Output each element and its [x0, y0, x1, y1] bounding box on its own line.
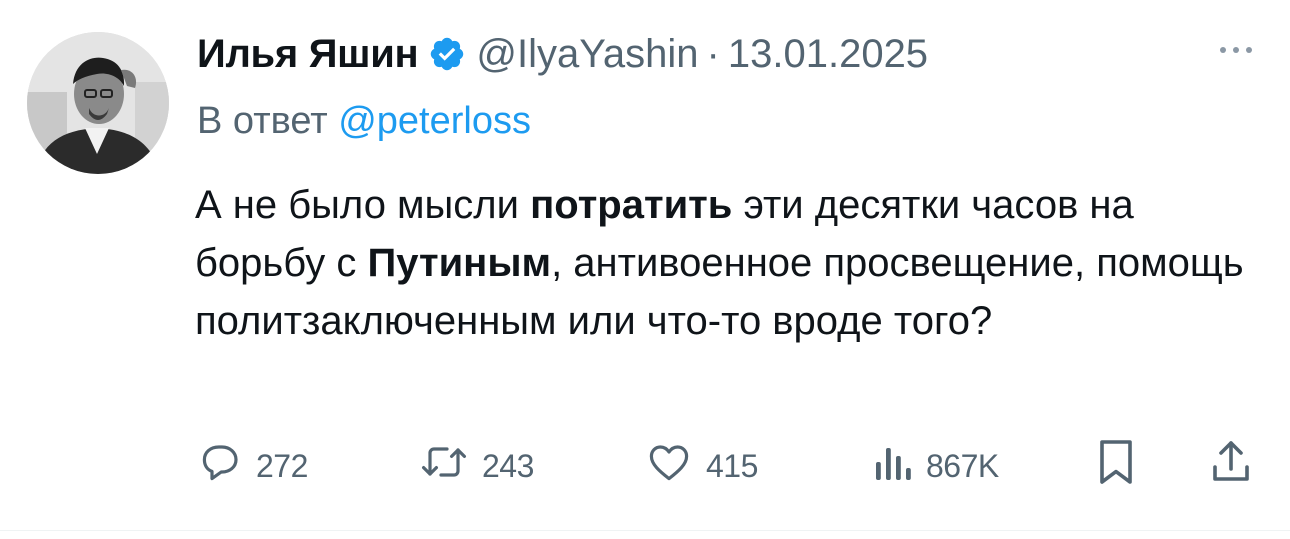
bookmark-button[interactable] — [1094, 438, 1138, 494]
reply-context: В ответ @peterloss — [197, 100, 531, 143]
bookmark-icon — [1094, 437, 1138, 495]
avatar[interactable] — [27, 32, 169, 174]
like-count: 415 — [706, 447, 758, 484]
divider — [0, 530, 1290, 531]
tweet-text: А не было мысли потратить эти десятки ча… — [195, 176, 1275, 350]
tweet-text-bold: Путиным — [367, 241, 552, 285]
tweet: Илья Яшин @IlyaYashin · 13.01.2025 В отв… — [0, 0, 1290, 539]
repost-icon — [418, 438, 470, 494]
reply-mention-link[interactable]: @peterloss — [338, 100, 531, 142]
reply-icon — [196, 438, 244, 494]
tweet-text-part: А не было мысли — [195, 183, 531, 227]
tweet-date[interactable]: 13.01.2025 — [728, 32, 928, 77]
tweet-header: Илья Яшин @IlyaYashin · 13.01.2025 — [197, 28, 928, 80]
separator-dot: · — [706, 31, 720, 76]
action-bar: 272 243 415 867K — [0, 438, 1290, 494]
avatar-photo — [27, 32, 169, 174]
share-icon — [1208, 437, 1254, 495]
like-button[interactable]: 415 — [644, 438, 758, 494]
repost-button[interactable]: 243 — [418, 438, 534, 494]
reply-button[interactable]: 272 — [196, 438, 308, 494]
more-icon[interactable] — [1212, 38, 1260, 62]
repost-count: 243 — [482, 447, 534, 484]
verified-badge-icon — [428, 35, 466, 73]
tweet-text-bold: потратить — [530, 183, 733, 227]
author-name[interactable]: Илья Яшин — [197, 32, 419, 77]
views-count: 867K — [926, 447, 999, 484]
like-icon — [644, 438, 694, 494]
views-button[interactable]: 867K — [870, 438, 999, 494]
views-icon — [870, 438, 914, 494]
share-button[interactable] — [1208, 438, 1254, 494]
reply-prefix: В ответ — [197, 100, 328, 142]
reply-count: 272 — [256, 447, 308, 484]
author-handle[interactable]: @IlyaYashin — [476, 32, 698, 77]
